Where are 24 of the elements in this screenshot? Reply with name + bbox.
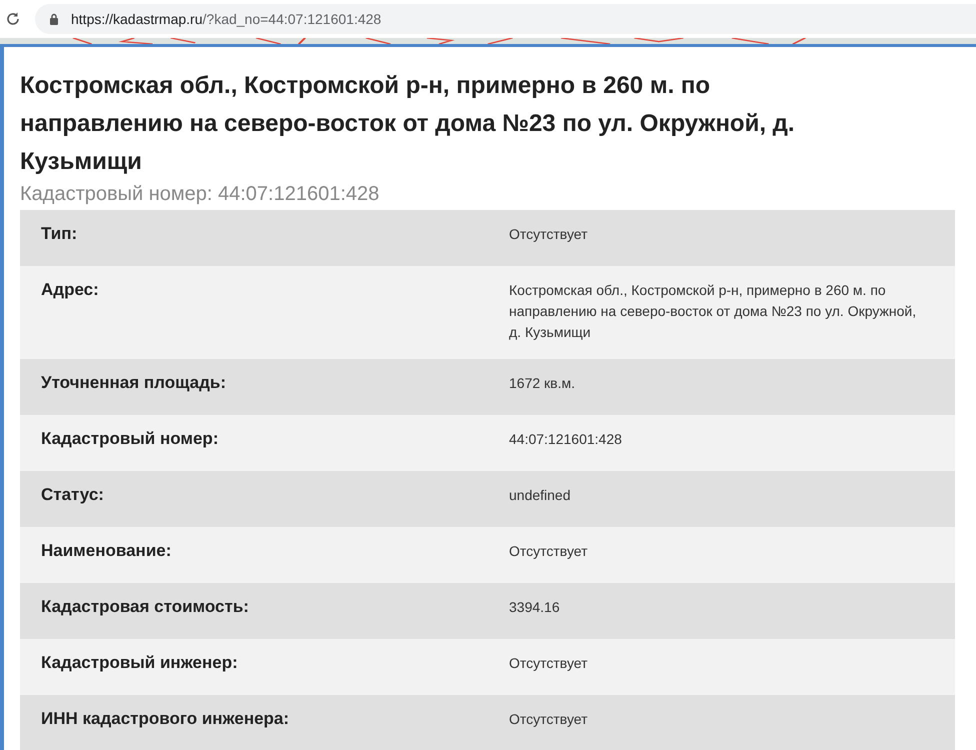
row-label: Статус: <box>41 485 105 506</box>
reload-icon[interactable] <box>5 11 21 27</box>
row-value: Костромская обл., Костромской р-н, примерно в 260 м. по направлению на северо-восток от дома №23 по ул. Окружной, д. Кузьмищи <box>509 281 918 342</box>
row-label: Кадастровый инженер: <box>41 653 239 674</box>
address-bar[interactable]: https://kadastrmap.ru/?kad_no=44:07:121601:428 <box>35 4 976 34</box>
row-value: Отсутствует <box>509 654 589 673</box>
row-value: 1672 кв.м. <box>509 374 576 393</box>
row-value: Отсутствует <box>509 542 589 561</box>
cadastral-number-subtitle: Кадастровый номер: 44:07:121601:428 <box>20 183 380 206</box>
row-label: Тип: <box>41 224 78 245</box>
row-value: Отсутствует <box>509 225 589 244</box>
row-label: Уточненная площадь: <box>41 373 227 394</box>
row-label: Адрес: <box>41 280 100 301</box>
row-value: 44:07:121601:428 <box>509 430 623 449</box>
row-label: Кадастровая стоимость: <box>41 597 250 618</box>
row-value: undefined <box>509 486 572 505</box>
row-label: Кадастровый номер: <box>41 429 220 450</box>
url-text: https://kadastrmap.ru/?kad_no=44:07:121601:428 <box>71 11 382 27</box>
row-label: ИНН кадастрового инженера: <box>41 709 290 730</box>
row-value: 3394.16 <box>509 598 561 617</box>
lock-icon <box>49 13 59 25</box>
row-value: Отсутствует <box>509 710 589 729</box>
property-title: Костромская обл., Костромской р-н, примерно в 260 м. по направлению на северо-восток от дома №23 по ул. Окружной, д. Кузьмищи <box>20 71 796 177</box>
row-label: Наименование: <box>41 541 172 562</box>
